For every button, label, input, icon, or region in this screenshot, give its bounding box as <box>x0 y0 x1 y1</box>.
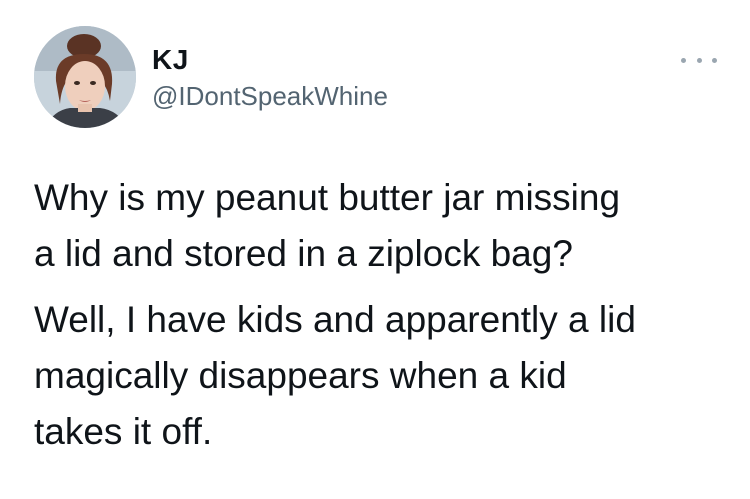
author-name[interactable]: KJ <box>152 44 189 76</box>
tweet-line: a lid and stored in a ziplock bag? <box>34 233 573 274</box>
tweet-paragraph: Why is my peanut butter jar missing a li… <box>34 170 734 282</box>
author-handle[interactable]: @IDontSpeakWhine <box>152 80 388 112</box>
tweet-paragraph: Well, I have kids and apparently a lid m… <box>34 292 734 460</box>
tweet-text: Why is my peanut butter jar missing a li… <box>34 170 734 460</box>
more-options-icon[interactable] <box>681 50 717 70</box>
tweet-card: KJ @IDontSpeakWhine Why is my peanut but… <box>0 0 750 499</box>
more-dot <box>712 57 717 63</box>
tweet-line: magically disappears when a kid <box>34 355 567 396</box>
avatar[interactable] <box>34 26 136 128</box>
tweet-line: takes it off. <box>34 411 213 452</box>
tweet-line: Why is my peanut butter jar missing <box>34 177 621 218</box>
avatar-photo <box>34 26 136 128</box>
more-dot <box>681 57 686 63</box>
tweet-line: Well, I have kids and apparently a lid <box>34 299 636 340</box>
more-dot <box>696 57 702 63</box>
